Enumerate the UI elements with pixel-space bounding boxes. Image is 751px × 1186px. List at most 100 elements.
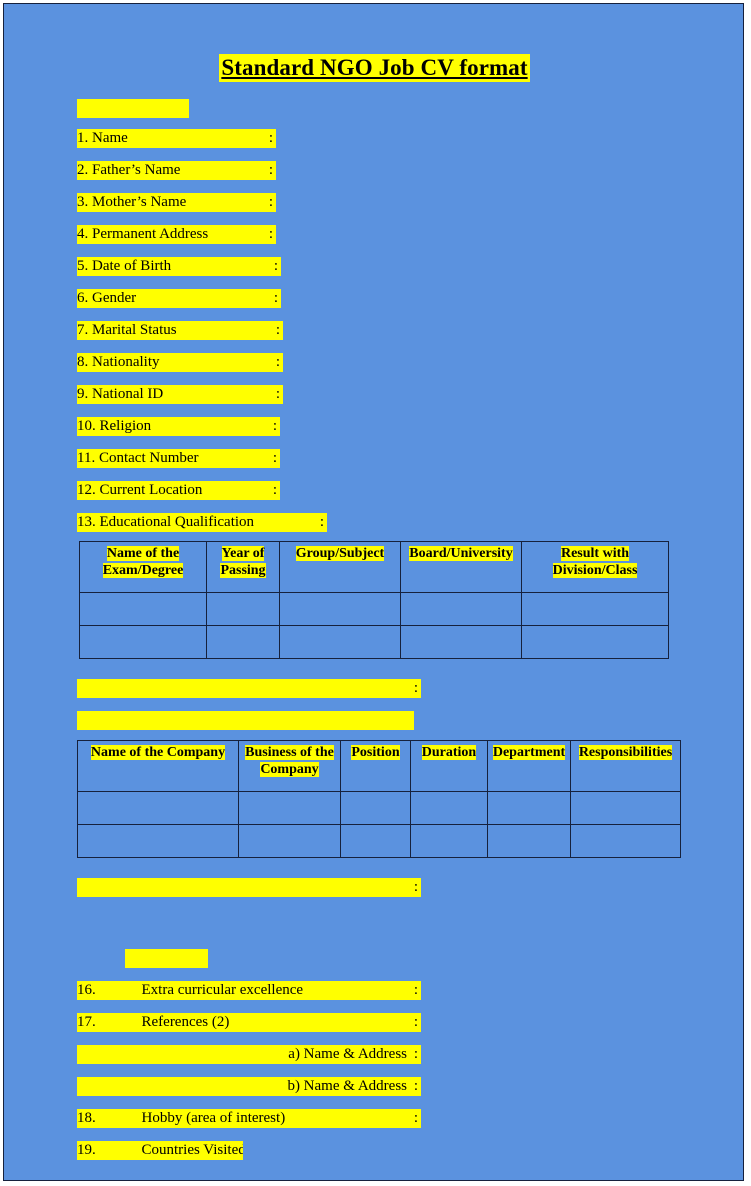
experience-table: Name of the Company Business of the Compa… xyxy=(77,740,681,858)
personal-detail-row-5-colon: : xyxy=(273,258,278,274)
extra-item-row-17-number: 17. xyxy=(77,1014,100,1030)
personal-detail-row-8: 8. Nationality: xyxy=(77,353,283,372)
reference-row-1: a) Name & Address: xyxy=(77,1045,421,1064)
cv-document-page: Standard NGO Job CV format Personal deta… xyxy=(3,3,744,1181)
table-cell[interactable] xyxy=(238,824,341,858)
table-cell[interactable] xyxy=(570,791,681,825)
page-title-container: Standard NGO Job CV format xyxy=(4,54,743,82)
personal-detail-row-9: 9. National ID: xyxy=(77,385,283,404)
personal-detail-row-7-number: 7. xyxy=(77,322,92,338)
personal-detail-row-11-label: Contact Number xyxy=(98,450,199,466)
table-cell[interactable] xyxy=(521,592,669,626)
personal-detail-row-3-label: Mother’s Name xyxy=(92,194,187,210)
table-cell[interactable] xyxy=(410,824,488,858)
personal-detail-row-10-number: 10. xyxy=(77,418,100,434)
table-cell[interactable] xyxy=(206,625,280,659)
personal-detail-row-10: 10. Religion: xyxy=(77,417,280,436)
personal-detail-row-8-colon: : xyxy=(275,354,280,370)
personal-detail-row-1: 1. Name: xyxy=(77,129,276,148)
table-header-cell: Responsibilities xyxy=(570,740,681,792)
personal-detail-row-4-label: Permanent Address xyxy=(92,226,209,242)
extra-item-row-17-label: References (2) xyxy=(141,1014,230,1030)
personal-detail-row-12-label: Current Location xyxy=(99,482,203,498)
personal-detail-row-3-number: 3. xyxy=(77,194,92,210)
table-cell[interactable] xyxy=(400,625,522,659)
personal-detail-row-11-colon: : xyxy=(272,450,277,466)
personal-detail-row-6: 6. Gender: xyxy=(77,289,281,308)
personal-detail-row-12-number: 12. xyxy=(77,482,100,498)
table-cell[interactable] xyxy=(279,625,401,659)
extra-item-row-16-number: 16. xyxy=(77,982,100,998)
page-title: Standard NGO Job CV format xyxy=(219,54,530,82)
personal-detail-row-5-label: Date of Birth xyxy=(92,258,172,274)
personal-detail-row-1-label: Name xyxy=(92,130,128,146)
tail-item-row-19-number: 19. xyxy=(77,1142,100,1158)
table-cell[interactable] xyxy=(79,625,207,659)
table-row xyxy=(79,592,669,626)
table-cell[interactable] xyxy=(400,592,522,626)
experience-section-colon: : xyxy=(413,680,418,696)
table-cell[interactable] xyxy=(340,791,411,825)
table-cell[interactable] xyxy=(79,592,207,626)
personal-detail-row-13-colon: : xyxy=(319,514,324,530)
deputation-note: (deputation) xyxy=(125,949,208,968)
personal-detail-row-6-label: Gender xyxy=(92,290,137,306)
foreign-experience-row: 15.Any foreign working experience : xyxy=(77,878,421,897)
personal-detail-row-3: 3. Mother’s Name: xyxy=(77,193,276,212)
personal-detail-row-2-colon: : xyxy=(268,162,273,178)
personal-detail-row-7-colon: : xyxy=(275,322,280,338)
table-cell[interactable] xyxy=(410,791,488,825)
reference-row-2: b) Name & Address: xyxy=(77,1077,421,1096)
extra-item-row-16: 16. Extra curricular excellence: xyxy=(77,981,421,1000)
table-cell[interactable] xyxy=(77,824,239,858)
education-table: Name of the Exam/Degree Year of Passing Gr… xyxy=(79,541,669,659)
table-header-cell: Business of the Company xyxy=(238,740,341,792)
personal-detail-row-10-colon: : xyxy=(272,418,277,434)
table-header-cell: Position xyxy=(340,740,411,792)
table-header-cell: Name of the Exam/Degree xyxy=(79,541,207,593)
personal-detail-row-10-label: Religion xyxy=(99,418,152,434)
personal-detail-row-13-label: Educational Qualification xyxy=(99,514,255,530)
table-cell[interactable] xyxy=(77,791,239,825)
personal-detail-row-5: 5. Date of Birth: xyxy=(77,257,281,276)
tail-item-row-19: 19. Countries Visited xyxy=(77,1141,243,1160)
experience-subtitle-row: (Position, Firm/Institute name & Year) xyxy=(77,711,414,730)
table-row xyxy=(77,824,681,858)
table-header-row: Name of the Exam/Degree Year of Passing Gr… xyxy=(79,541,669,593)
table-cell[interactable] xyxy=(487,791,571,825)
personal-detail-row-3-colon: : xyxy=(268,194,273,210)
personal-detail-row-6-number: 6. xyxy=(77,290,92,306)
table-cell[interactable] xyxy=(340,824,411,858)
personal-detail-row-6-colon: : xyxy=(273,290,278,306)
personal-detail-row-2-label: Father’s Name xyxy=(92,162,181,178)
tail-item-row-19-label: Countries Visited xyxy=(141,1142,244,1158)
personal-detail-row-7: 7. Marital Status: xyxy=(77,321,283,340)
table-cell[interactable] xyxy=(279,592,401,626)
table-cell[interactable] xyxy=(570,824,681,858)
extra-item-row-16-colon: : xyxy=(413,982,418,998)
personal-detail-row-12-colon: : xyxy=(272,482,277,498)
personal-detail-row-9-number: 9. xyxy=(77,386,92,402)
personal-detail-row-2-number: 2. xyxy=(77,162,92,178)
table-cell[interactable] xyxy=(206,592,280,626)
personal-detail-row-11-number: 11. xyxy=(77,450,99,466)
reference-row-2-colon: : xyxy=(413,1078,418,1094)
table-header-cell: Result with Division/Class xyxy=(521,541,669,593)
personal-detail-row-12: 12. Current Location: xyxy=(77,481,280,500)
table-header-cell: Name of the Company xyxy=(77,740,239,792)
table-cell[interactable] xyxy=(487,824,571,858)
table-cell[interactable] xyxy=(521,625,669,659)
personal-detail-row-9-colon: : xyxy=(275,386,280,402)
reference-row-1-label: a) Name & Address xyxy=(288,1046,407,1062)
personal-detail-row-9-label: National ID xyxy=(92,386,164,402)
table-header-cell: Group/Subject xyxy=(279,541,401,593)
personal-detail-row-8-label: Nationality xyxy=(92,354,160,370)
extra-item-row-16-label: Extra curricular excellence xyxy=(141,982,304,998)
table-header-cell: Board/University xyxy=(400,541,522,593)
table-header-row: Name of the Company Business of the Compa… xyxy=(77,740,681,792)
table-cell[interactable] xyxy=(238,791,341,825)
personal-detail-row-1-colon: : xyxy=(268,130,273,146)
personal-detail-row-13: 13. Educational Qualification: xyxy=(77,513,327,532)
extra-item-row-17-colon: : xyxy=(413,1014,418,1030)
reference-row-2-label: b) Name & Address xyxy=(287,1078,407,1094)
